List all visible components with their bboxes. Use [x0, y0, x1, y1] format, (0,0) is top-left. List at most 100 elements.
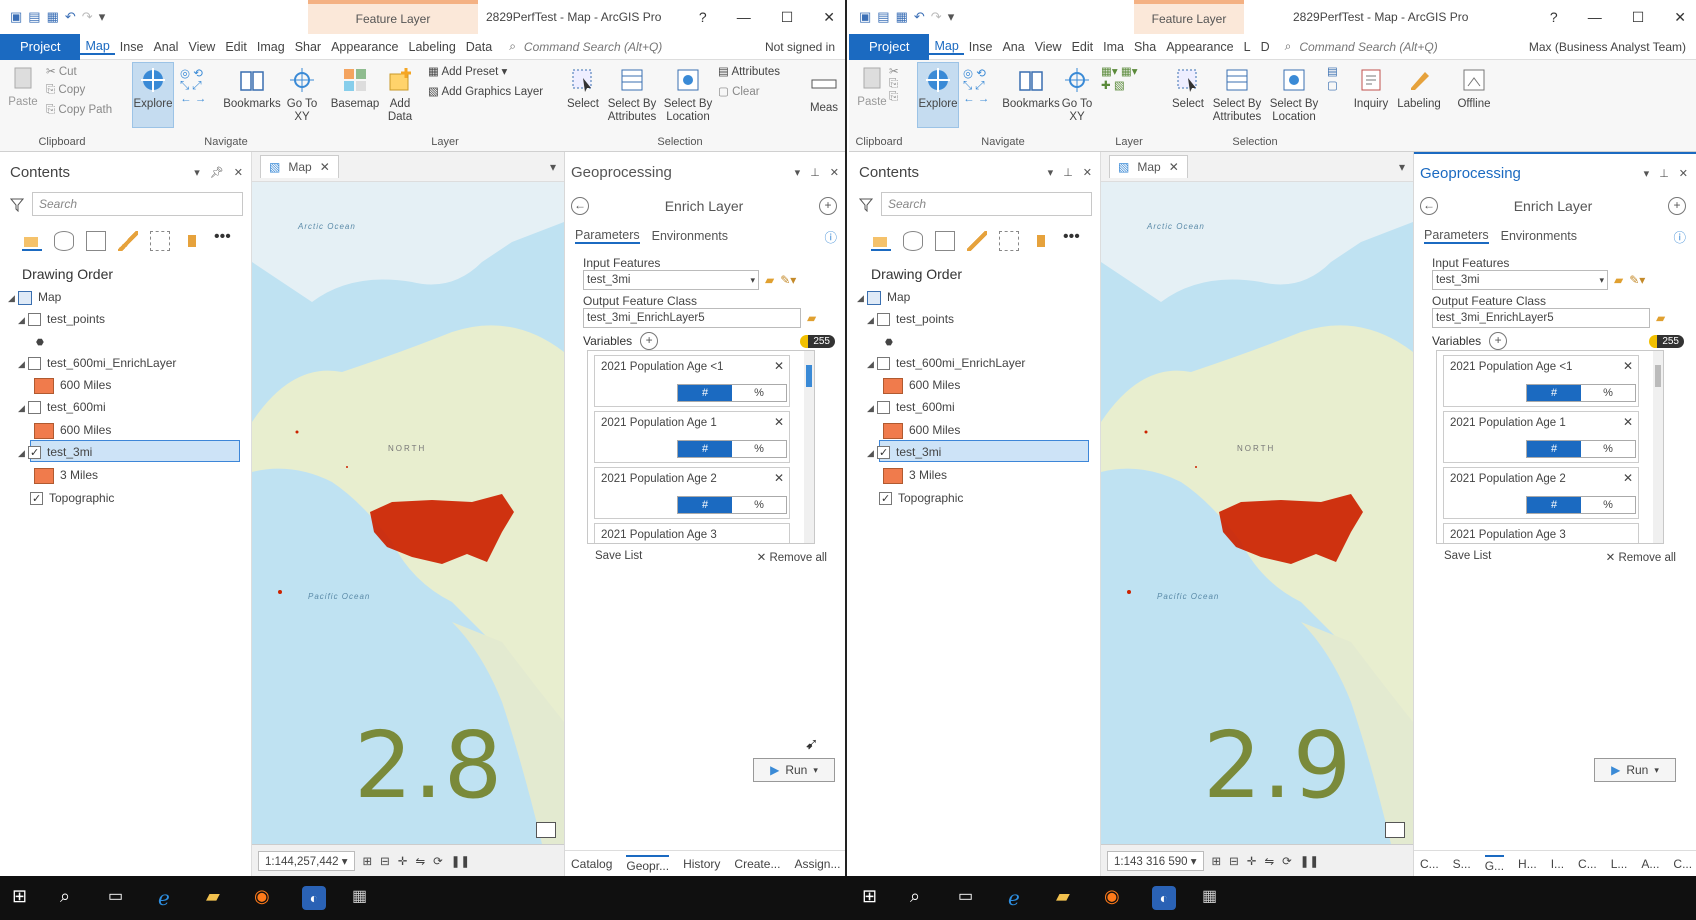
- tree-item-test-600mi-enrichlayer[interactable]: ◢ test_600mi_EnrichLayer: [867, 352, 1025, 374]
- tree-item-test-600mi[interactable]: ◢ test_600mi: [867, 396, 955, 418]
- tab-environments[interactable]: Environments: [652, 229, 728, 243]
- task-view-icon[interactable]: ▭: [108, 886, 132, 910]
- list-by-selection-icon[interactable]: [86, 231, 106, 251]
- layer-checkbox[interactable]: [28, 442, 41, 464]
- customize-icon[interactable]: ▾: [99, 9, 106, 25]
- layer-checkbox[interactable]: [877, 357, 890, 371]
- paste-button[interactable]: Paste: [855, 64, 889, 109]
- layer-checkbox[interactable]: [28, 313, 41, 327]
- list-by-snapping-icon[interactable]: [999, 231, 1019, 251]
- list-by-editing-icon[interactable]: [967, 231, 987, 251]
- basemap-button[interactable]: Basemap: [330, 66, 380, 111]
- back-icon[interactable]: ←: [571, 197, 589, 215]
- tab-create[interactable]: Create...: [734, 857, 780, 871]
- help-icon[interactable]: ⓘ: [824, 227, 837, 246]
- undo-icon[interactable]: ↶: [65, 9, 76, 25]
- navigator-icon[interactable]: ⇋: [415, 854, 425, 868]
- tree-item-test-600mi-enrichlayer[interactable]: ◢ test_600mi_EnrichLayer: [18, 352, 176, 374]
- tab-c[interactable]: C...: [1578, 857, 1597, 871]
- user-status[interactable]: Not signed in: [765, 40, 845, 54]
- tree-item-test-points[interactable]: ◢ test_points: [18, 308, 105, 330]
- overview-icon[interactable]: [536, 822, 556, 838]
- zoom-tools-icon[interactable]: ◎ ⟲ ⤡ ⤢ ← →: [963, 66, 989, 105]
- redo-icon[interactable]: ↷: [931, 9, 942, 25]
- list-by-source-icon[interactable]: [54, 231, 74, 251]
- copy-button[interactable]: ⎘ Copy: [46, 84, 85, 97]
- navigator-icon[interactable]: ⇋: [1264, 854, 1274, 868]
- remove-variable-icon[interactable]: ✕: [1623, 359, 1633, 373]
- help-icon[interactable]: ⓘ: [1673, 227, 1686, 246]
- more-icon[interactable]: •••: [1063, 229, 1080, 251]
- scale-selector[interactable]: 1:144,257,442 ▾: [258, 850, 355, 871]
- value-type-toggle[interactable]: #%: [1526, 384, 1636, 402]
- paste-button[interactable]: Paste: [6, 64, 40, 109]
- browse-folder-icon[interactable]: ▰: [1656, 311, 1665, 325]
- map-tab[interactable]: ▧ Map ✕: [260, 155, 339, 178]
- tab-insert[interactable]: Inse: [964, 40, 998, 54]
- tab-labeling[interactable]: Labeling: [404, 40, 461, 54]
- tab-catalog[interactable]: Catalog: [571, 857, 612, 871]
- overview-icon[interactable]: [1385, 822, 1405, 838]
- tab-labeling[interactable]: L: [1239, 40, 1256, 54]
- close-icon[interactable]: ✕: [1674, 9, 1686, 26]
- pin-icon[interactable]: 📌︎: [210, 166, 224, 179]
- snapping-icon[interactable]: ✛: [398, 854, 408, 868]
- app-icon[interactable]: ▦: [1202, 886, 1226, 910]
- help-icon[interactable]: ?: [699, 9, 707, 25]
- tab-symbology[interactable]: S...: [1453, 857, 1471, 871]
- value-type-toggle[interactable]: #%: [677, 440, 787, 458]
- add-preset-button[interactable]: ▦ Add Preset ▾: [428, 64, 507, 78]
- tab-geoprocessing[interactable]: G...: [1484, 854, 1505, 873]
- tree-item-test-3mi[interactable]: ◢test_3mi: [18, 441, 92, 464]
- search-icon[interactable]: ⌕: [60, 886, 84, 910]
- tree-item-map[interactable]: ◢ Map: [857, 286, 910, 308]
- bookmarks-button[interactable]: Bookmarks: [1001, 66, 1061, 111]
- output-feature-class-input[interactable]: test_3mi_EnrichLayer5: [583, 308, 801, 328]
- select-button[interactable]: Select: [1167, 66, 1209, 111]
- refresh-icon[interactable]: ⟳: [1282, 854, 1292, 868]
- task-view-icon[interactable]: ▭: [958, 886, 982, 910]
- tab-project[interactable]: Project: [849, 33, 930, 60]
- windows-start-icon[interactable]: ⊞: [862, 886, 886, 910]
- list-by-drawing-order-icon[interactable]: [871, 231, 891, 251]
- scale-selector[interactable]: 1:143 316 590 ▾: [1107, 850, 1204, 871]
- tab-imagery[interactable]: Ima: [1098, 40, 1129, 54]
- value-type-toggle[interactable]: #%: [677, 384, 787, 402]
- close-icon[interactable]: ✕: [823, 9, 835, 26]
- cut-button[interactable]: ✂ Cut: [46, 64, 77, 78]
- pin-icon[interactable]: ⊥: [1063, 166, 1073, 179]
- tab-geoprocessing[interactable]: Geopr...: [626, 854, 670, 873]
- maximize-icon[interactable]: ☐: [1632, 9, 1645, 26]
- layer-checkbox[interactable]: [28, 357, 41, 371]
- context-tab-feature-layer[interactable]: Feature Layer: [308, 0, 478, 34]
- cut-icon[interactable]: ✂ ⎘ ⎘: [889, 64, 899, 104]
- list-by-snapping-icon[interactable]: [150, 231, 170, 251]
- maximize-icon[interactable]: ☐: [781, 9, 794, 26]
- list-by-labeling-icon[interactable]: [182, 231, 202, 251]
- minimize-icon[interactable]: —: [1588, 9, 1602, 25]
- browse-folder-icon[interactable]: ▰: [1614, 273, 1623, 287]
- refresh-icon[interactable]: ⟳: [433, 854, 443, 868]
- inquiry-button[interactable]: Inquiry: [1349, 66, 1393, 111]
- tab-i[interactable]: I...: [1551, 857, 1564, 871]
- tree-item-test-points[interactable]: ◢ test_points: [867, 308, 954, 330]
- grid-icon[interactable]: ⊟: [1229, 854, 1239, 868]
- remove-variable-icon[interactable]: ✕: [1623, 415, 1633, 429]
- close-pane-icon[interactable]: ✕: [1083, 166, 1092, 179]
- tab-c2[interactable]: C...: [1673, 857, 1692, 871]
- tree-item-topographic[interactable]: Topographic: [30, 487, 114, 510]
- tab-environments[interactable]: Environments: [1501, 229, 1577, 243]
- more-icon[interactable]: •••: [214, 229, 231, 251]
- arcgis-pro-icon[interactable]: ◐: [1152, 886, 1176, 910]
- command-search-input[interactable]: Command Search (Alt+Q): [1299, 40, 1437, 54]
- tab-view[interactable]: View: [183, 40, 220, 54]
- search-icon[interactable]: ⌕: [910, 886, 934, 910]
- go-to-xy-button[interactable]: Go To XY: [1059, 66, 1095, 124]
- output-feature-class-input[interactable]: test_3mi_EnrichLayer5: [1432, 308, 1650, 328]
- run-dropdown-icon[interactable]: ▾: [1654, 765, 1659, 776]
- context-tab-feature-layer[interactable]: Feature Layer: [1134, 0, 1244, 34]
- tab-data[interactable]: D: [1256, 40, 1275, 54]
- tab-share[interactable]: Sha: [1129, 40, 1161, 54]
- save-icon[interactable]: ▦: [47, 9, 59, 25]
- tab-l[interactable]: L...: [1611, 857, 1628, 871]
